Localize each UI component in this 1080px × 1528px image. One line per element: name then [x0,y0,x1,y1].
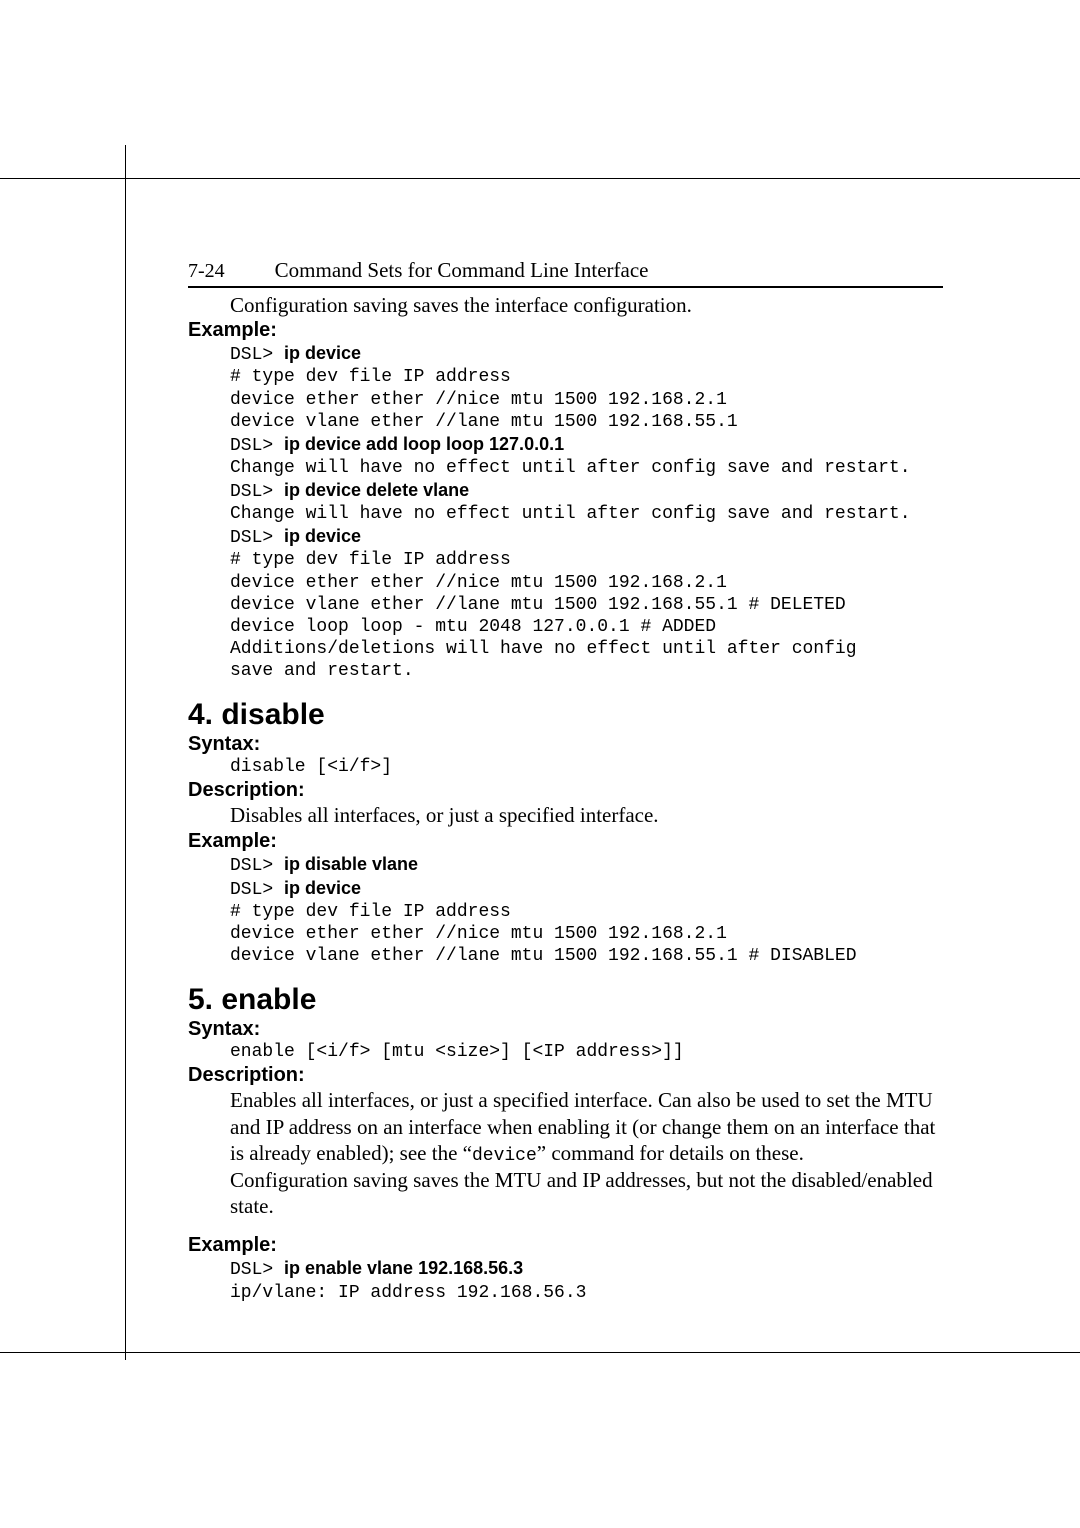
description-text-2: Configuration saving saves the MTU and I… [230,1167,943,1220]
prompt: DSL> [230,1260,284,1280]
cmd: ip enable vlane 192.168.56.3 [284,1258,523,1278]
description-label: Description: [188,779,943,802]
code-line: # type dev file IP address [230,902,511,922]
code-line: Change will have no effect until after c… [230,504,911,524]
page-number: 7-24 [188,260,225,283]
code-block-3: DSL> ip enable vlane 192.168.56.3 ip/vla… [230,1257,943,1303]
description-label: Description: [188,1064,943,1087]
prompt: DSL> [230,880,284,900]
section-4-heading: 4. disable [188,698,943,732]
code-line: device ether ether //nice mtu 1500 192.1… [230,573,727,593]
code-line: Additions/deletions will have no effect … [230,639,857,659]
code-line: device vlane ether //lane mtu 1500 192.1… [230,946,857,966]
code-line: Change will have no effect until after c… [230,458,911,478]
cmd: ip device [284,878,361,898]
cmd: ip device [284,343,361,363]
prompt: DSL> [230,436,284,456]
prompt: DSL> [230,345,284,365]
code-block-1: DSL> ip device # type dev file IP addres… [230,342,943,682]
description-text: Enables all interfaces, or just a specif… [230,1087,943,1167]
chapter-title: Command Sets for Command Line Interface [275,258,649,283]
code-line: ip/vlane: IP address 192.168.56.3 [230,1283,586,1303]
cmd: ip device delete vlane [284,480,469,500]
syntax-code: disable [<i/f>] [230,756,943,778]
top-rule [0,178,1080,179]
code-line: # type dev file IP address [230,550,511,570]
cmd: ip disable vlane [284,854,418,874]
code-line: device vlane ether //lane mtu 1500 192.1… [230,412,738,432]
code-line: # type dev file IP address [230,367,511,387]
code-line: device ether ether //nice mtu 1500 192.1… [230,390,727,410]
code-line: save and restart. [230,661,414,681]
code-line: device vlane ether //lane mtu 1500 192.1… [230,595,846,615]
code-line: device ether ether //nice mtu 1500 192.1… [230,924,727,944]
header-underline [188,286,943,288]
example-label: Example: [188,830,943,853]
bottom-rule [0,1352,1080,1353]
example-label: Example: [188,319,943,342]
code-line: device loop loop - mtu 2048 127.0.0.1 # … [230,617,716,637]
description-text: Disables all interfaces, or just a speci… [230,802,943,828]
cmd: ip device add loop loop 127.0.0.1 [284,434,564,454]
example-label: Example: [188,1234,943,1257]
prompt: DSL> [230,528,284,548]
content-area: 7-24 Command Sets for Command Line Inter… [188,258,943,1304]
intro-text: Configuration saving saves the interface… [230,292,943,318]
running-header: 7-24 Command Sets for Command Line Inter… [188,258,943,283]
syntax-label: Syntax: [188,733,943,756]
prompt: DSL> [230,482,284,502]
syntax-label: Syntax: [188,1018,943,1041]
page: 7-24 Command Sets for Command Line Inter… [0,0,1080,1528]
section-5-heading: 5. enable [188,983,943,1017]
margin-line [125,145,126,1360]
prompt: DSL> [230,856,284,876]
cmd: ip device [284,526,361,546]
inline-code: device [472,1146,537,1166]
code-block-2: DSL> ip disable vlane DSL> ip device # t… [230,853,943,968]
syntax-code: enable [<i/f> [mtu <size>] [<IP address>… [230,1041,943,1063]
